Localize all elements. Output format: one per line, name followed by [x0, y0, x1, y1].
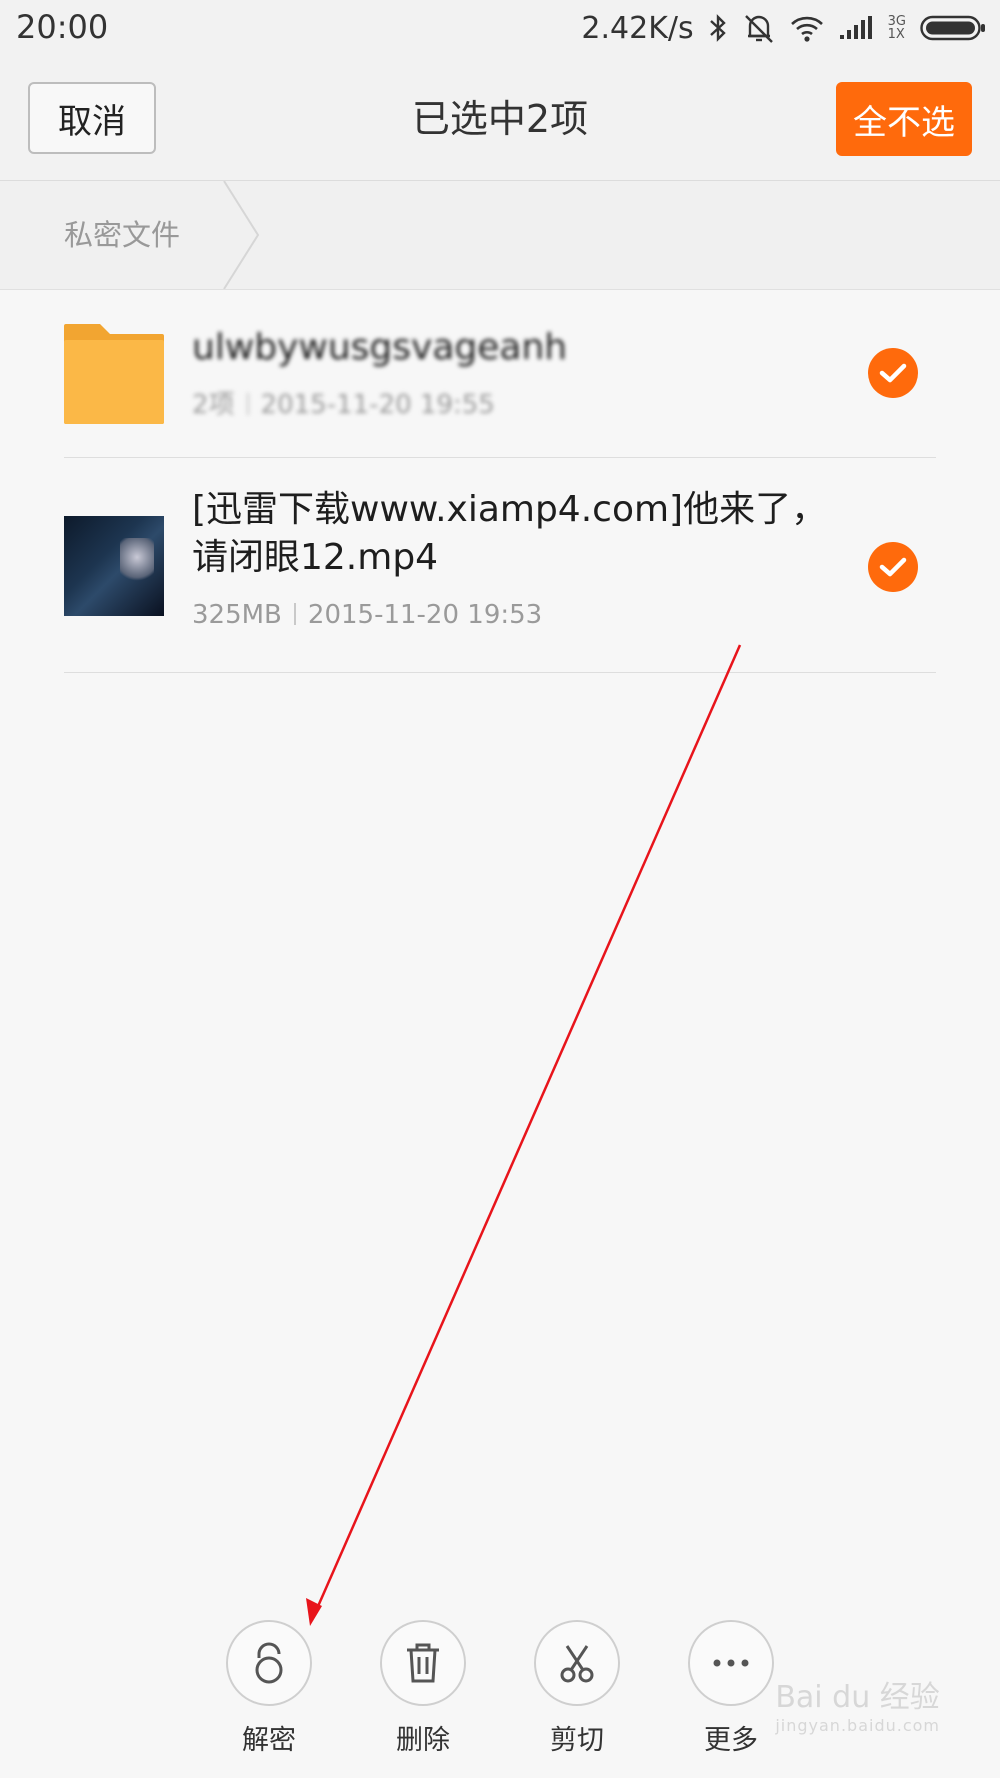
more-action[interactable]: 更多 [671, 1620, 791, 1757]
list-item[interactable]: ulwbywusgsvageanh 2项 2015-11-20 19:55 [0, 290, 1000, 458]
deselect-all-button[interactable]: 全不选 [836, 82, 972, 156]
item-meta: 325MB 2015-11-20 19:53 [192, 600, 542, 630]
divider [64, 672, 936, 673]
decrypt-action[interactable]: 解密 [209, 1620, 329, 1757]
scissors-icon [560, 1645, 594, 1683]
battery-icon [920, 15, 985, 41]
selected-checkbox[interactable] [868, 542, 918, 592]
selection-toolbar: 取消 已选中2项 全不选 [0, 58, 1000, 181]
status-bar: 20:00 2.42K/s 3G 1X [0, 0, 1000, 58]
unlock-icon [255, 1642, 283, 1684]
video-thumbnail [64, 516, 164, 616]
item-name: ulwbywusgsvageanh [192, 327, 568, 368]
meta-divider [293, 603, 296, 625]
list-item[interactable]: [迅雷下载www.xiamp4.com]他来了， 请闭眼12.mp4 325MB… [0, 458, 1000, 673]
cut-button[interactable] [534, 1620, 620, 1706]
trash-icon [407, 1643, 439, 1683]
file-list: ulwbywusgsvageanh 2项 2015-11-20 19:55 [迅雷… [0, 290, 1000, 673]
cut-action[interactable]: 剪切 [517, 1620, 637, 1757]
check-icon [879, 363, 907, 383]
network-speed: 2.42K/s [581, 10, 694, 46]
item-count: 2项 [192, 390, 235, 420]
delete-button[interactable] [380, 1620, 466, 1706]
more-button[interactable] [688, 1620, 774, 1706]
selected-checkbox[interactable] [868, 348, 918, 398]
network-type: 3G 1X [888, 15, 906, 41]
status-icons: 2.42K/s 3G 1X [581, 8, 986, 48]
item-meta: 2项 2015-11-20 19:55 [192, 384, 495, 421]
chevron-right-icon [223, 181, 260, 289]
more-label: 更多 [704, 1725, 758, 1756]
signal-icon [839, 16, 872, 39]
item-size: 325MB [192, 600, 282, 630]
wifi-icon [790, 16, 823, 42]
mute-bell-icon [744, 15, 773, 43]
more-icon [713, 1659, 749, 1667]
decrypt-label: 解密 [242, 1725, 296, 1756]
delete-label: 删除 [396, 1725, 450, 1756]
watermark-url: jingyan.baidu.com [775, 1716, 940, 1735]
bluetooth-icon [709, 14, 726, 42]
item-date: 2015-11-20 19:53 [307, 600, 543, 630]
check-icon [879, 557, 907, 577]
breadcrumb: 私密文件 [0, 181, 1000, 290]
item-date: 2015-11-20 19:55 [260, 390, 495, 420]
page-title: 已选中2项 [411, 97, 589, 141]
cancel-button[interactable]: 取消 [28, 82, 156, 154]
cut-label: 剪切 [550, 1725, 604, 1756]
delete-action[interactable]: 删除 [363, 1620, 483, 1757]
decrypt-button[interactable] [226, 1620, 312, 1706]
breadcrumb-item-private-files[interactable]: 私密文件 [64, 181, 180, 289]
status-time: 20:00 [16, 8, 109, 46]
item-name-line-1: [迅雷下载www.xiamp4.com]他来了， [192, 489, 828, 530]
meta-divider [246, 393, 249, 415]
folder-icon [64, 324, 164, 424]
network-type-bottom: 1X [887, 27, 905, 42]
watermark-logo: Bai du 经验 jingyan.baidu.com [775, 1672, 940, 1735]
item-name-line-2: 请闭眼12.mp4 [192, 537, 439, 578]
watermark-brand: Bai du 经验 [775, 1680, 940, 1715]
